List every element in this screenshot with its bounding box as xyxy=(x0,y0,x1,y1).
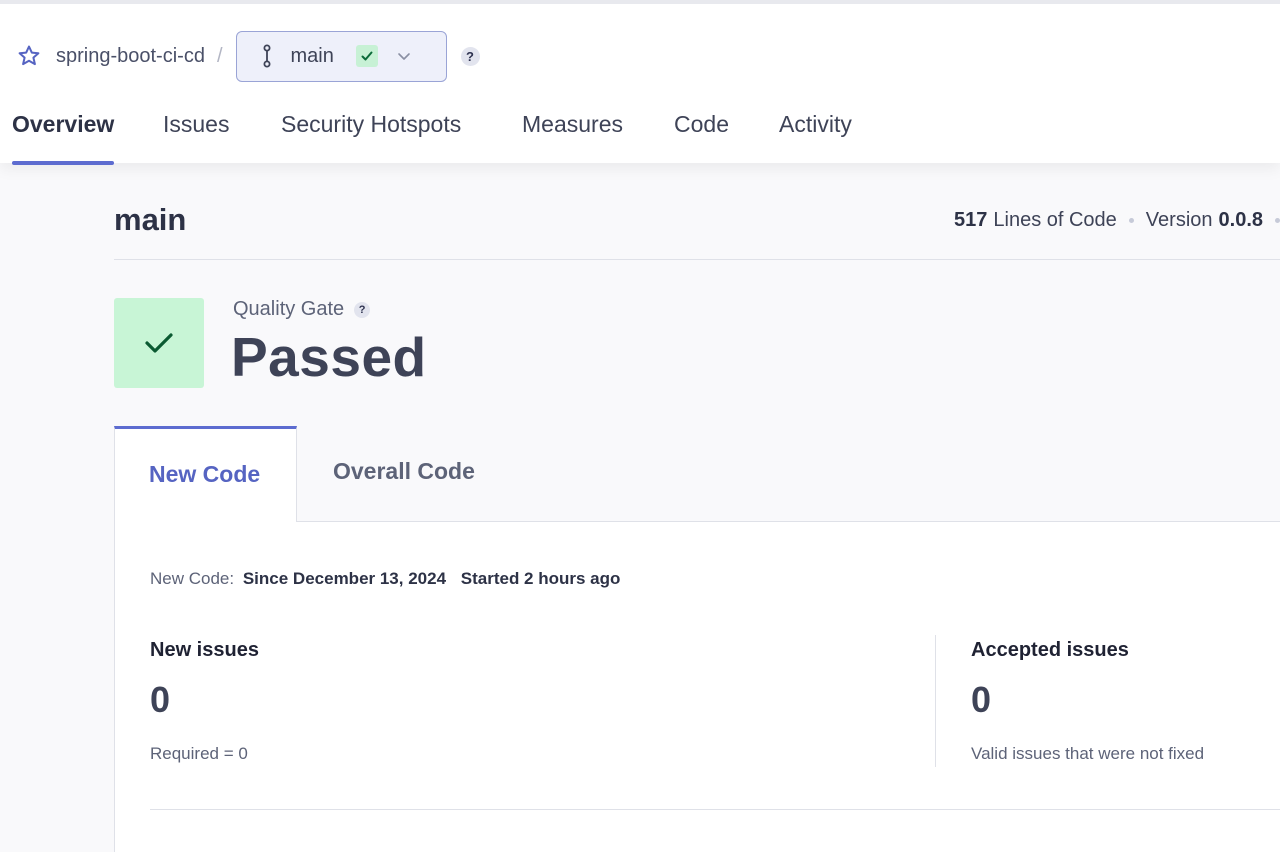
tab-security-hotspots[interactable]: Security Hotspots xyxy=(281,106,461,163)
tabs-underline xyxy=(297,521,1280,522)
metric-separator xyxy=(935,635,936,767)
breadcrumb: spring-boot-ci-cd / main ? xyxy=(16,30,480,82)
branch-icon xyxy=(259,43,275,69)
tab-activity[interactable]: Activity xyxy=(779,106,852,163)
help-icon[interactable]: ? xyxy=(460,46,480,66)
tab-issues[interactable]: Issues xyxy=(163,106,229,163)
tab-measures[interactable]: Measures xyxy=(522,106,623,163)
quality-gate-label: Quality Gate ? xyxy=(233,298,371,321)
new-code-since: Since December 13, 2024 xyxy=(242,569,447,588)
new-code-period: New Code: Since December 13, 2024 Starte… xyxy=(150,569,620,589)
new-code-label: New Code: xyxy=(150,569,235,588)
page-title: main xyxy=(114,202,187,237)
tab-code[interactable]: Code xyxy=(674,106,729,163)
branch-selector[interactable]: main xyxy=(235,30,447,82)
version-label: Version xyxy=(1145,209,1213,231)
lines-of-code-label: Lines of Code xyxy=(993,209,1117,231)
quality-gate-status-box xyxy=(114,298,204,388)
quality-gate-label-text: Quality Gate xyxy=(233,298,345,320)
project-header: spring-boot-ci-cd / main ? Overview Issu… xyxy=(0,0,1280,165)
divider xyxy=(150,809,1280,810)
new-issues-note: Required = 0 xyxy=(150,744,248,763)
accepted-issues-note: Valid issues that were not fixed xyxy=(971,744,1205,763)
tab-new-code[interactable]: New Code xyxy=(114,426,297,522)
breadcrumb-separator: / xyxy=(216,44,223,67)
divider xyxy=(114,259,1280,260)
accepted-issues-title: Accepted issues xyxy=(971,639,1129,661)
new-issues-title: New issues xyxy=(150,639,259,661)
tab-overview[interactable]: Overview xyxy=(12,106,115,165)
project-name[interactable]: spring-boot-ci-cd xyxy=(56,45,205,68)
star-icon[interactable] xyxy=(16,43,42,69)
tab-overall-code[interactable]: Overall Code xyxy=(333,458,475,485)
check-icon xyxy=(355,45,378,67)
quality-gate-status: Passed xyxy=(231,326,427,388)
new-code-started: Started 2 hours ago xyxy=(460,569,621,588)
meta-separator xyxy=(1275,218,1280,223)
chevron-down-icon xyxy=(396,48,412,64)
new-issues-value[interactable]: 0 xyxy=(150,679,170,721)
check-icon xyxy=(145,333,173,353)
meta-separator xyxy=(1128,218,1134,223)
lines-of-code-value: 517 xyxy=(954,209,988,231)
version-value: 0.0.8 xyxy=(1218,209,1263,231)
measures-card: New Code: Since December 13, 2024 Starte… xyxy=(114,426,1280,852)
branch-meta: 517 Lines of Code Version 0.0.8 xyxy=(954,209,1280,232)
branch-name: main xyxy=(290,44,334,67)
accepted-issues-value[interactable]: 0 xyxy=(971,679,991,721)
help-icon[interactable]: ? xyxy=(354,301,371,318)
card-body: New Code: Since December 13, 2024 Starte… xyxy=(114,521,1280,852)
